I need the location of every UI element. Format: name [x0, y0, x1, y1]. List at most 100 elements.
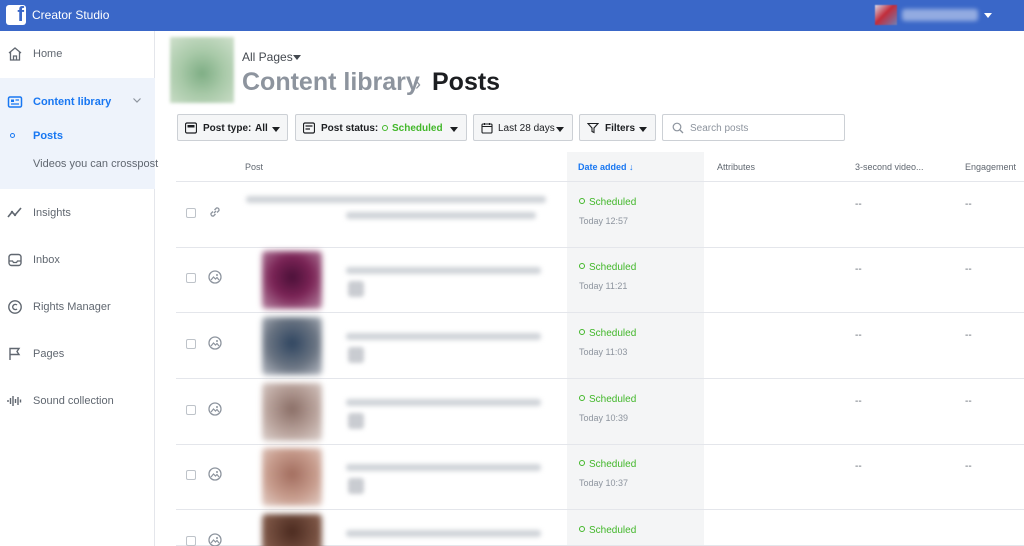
sidebar-item-label: Insights [33, 207, 71, 219]
post-preview-obscured [348, 413, 364, 429]
table-row[interactable]: Scheduled Today 10:39 -- -- [176, 379, 1024, 445]
row-checkbox[interactable] [186, 405, 196, 415]
row-3-second-views: -- [855, 461, 862, 472]
row-engagement: -- [965, 461, 972, 472]
breadcrumb-parent[interactable]: Content library [242, 68, 420, 97]
row-engagement: -- [965, 199, 972, 210]
table-row[interactable]: Scheduled Today 11:21 -- -- [176, 247, 1024, 313]
column-header-attributes[interactable]: Attributes [717, 162, 755, 172]
calendar-icon [481, 123, 493, 134]
row-timestamp: Today 11:03 [579, 347, 628, 357]
sidebar-item-rights-manager[interactable]: Rights Manager [0, 292, 155, 322]
status-dot-icon [579, 198, 585, 204]
post-status-icon [303, 122, 315, 134]
row-checkbox[interactable] [186, 470, 196, 480]
table-row[interactable]: Scheduled [176, 510, 1024, 546]
caret-down-icon [984, 13, 992, 18]
status-badge: Scheduled [579, 525, 636, 536]
column-header-engagement[interactable]: Engagement [965, 162, 1016, 172]
sidebar-item-label: Inbox [33, 254, 60, 266]
post-preview-obscured[interactable] [246, 196, 546, 203]
row-engagement: -- [965, 396, 972, 407]
sidebar-item-content-library[interactable]: Content library [0, 86, 155, 116]
row-3-second-views: -- [855, 330, 862, 341]
sidebar-item-inbox[interactable]: Inbox [0, 245, 155, 275]
post-thumbnail-obscured[interactable] [262, 514, 322, 546]
table-row[interactable]: Scheduled Today 11:03 -- -- [176, 313, 1024, 379]
app-title: Creator Studio [32, 8, 110, 22]
status-dot-icon [579, 526, 585, 532]
post-preview-obscured [346, 212, 536, 219]
copyright-icon [8, 300, 22, 314]
status-dot-icon [382, 125, 388, 131]
sidebar-item-label: Content library [33, 96, 112, 108]
row-timestamp: Today 11:21 [579, 281, 628, 291]
caret-down-icon [639, 127, 647, 132]
row-checkbox[interactable] [186, 339, 196, 349]
page-selector[interactable]: All Pages [242, 50, 293, 64]
flag-icon [9, 347, 21, 360]
facebook-logo-icon[interactable]: f [6, 4, 26, 26]
top-bar: f Creator Studio [0, 0, 1024, 31]
caret-down-icon[interactable] [293, 55, 301, 60]
sidebar-subitem-label: Posts [33, 130, 63, 142]
chevron-down-icon[interactable] [132, 95, 142, 105]
status-badge: Scheduled [579, 328, 636, 339]
sidebar-item-home[interactable]: Home [0, 39, 155, 69]
status-text: Scheduled [589, 262, 637, 273]
status-dot-icon [579, 460, 585, 466]
active-dot-icon [10, 133, 15, 138]
row-checkbox[interactable] [186, 208, 196, 218]
row-timestamp: Today 12:57 [579, 216, 629, 226]
photo-icon [208, 336, 222, 350]
insights-icon [7, 207, 22, 218]
post-status-filter[interactable]: Post status: Scheduled [295, 114, 467, 141]
date-range-filter[interactable]: Last 28 days [473, 114, 573, 141]
avatar [875, 5, 897, 25]
status-text: Scheduled [589, 459, 637, 470]
status-text: Scheduled [589, 328, 637, 339]
post-type-filter[interactable]: Post type: All [177, 114, 288, 141]
post-thumbnail-obscured[interactable] [262, 251, 322, 309]
row-3-second-views: -- [855, 199, 862, 210]
column-header-3-second-video[interactable]: 3-second video... [855, 162, 924, 172]
row-checkbox[interactable] [186, 273, 196, 283]
post-type-value: All [255, 123, 268, 134]
post-thumbnail-obscured[interactable] [262, 317, 322, 375]
sidebar-item-label: Pages [33, 348, 65, 360]
post-status-label: Post status: [321, 123, 379, 134]
row-engagement: -- [965, 264, 972, 275]
column-header-date-added[interactable]: Date added ↓ [578, 162, 634, 172]
row-3-second-views: -- [855, 264, 862, 275]
status-badge: Scheduled [579, 262, 636, 273]
post-thumbnail-obscured[interactable] [262, 383, 322, 441]
search-icon [672, 122, 684, 134]
search-input[interactable]: Search posts [662, 114, 845, 141]
post-thumbnail-obscured[interactable] [262, 448, 322, 506]
post-status-value: Scheduled [392, 123, 443, 134]
sidebar-subitem-posts[interactable]: Posts [0, 125, 155, 147]
post-preview-obscured [346, 333, 541, 340]
filters-button[interactable]: Filters [579, 114, 656, 141]
table-row[interactable]: Scheduled Today 10:37 -- -- [176, 444, 1024, 510]
post-type-label: Post type: [203, 123, 252, 134]
table-header: Post Date added ↓ Attributes 3-second vi… [176, 152, 1024, 182]
caret-down-icon [556, 127, 564, 132]
column-header-post[interactable]: Post [245, 162, 263, 172]
sidebar-item-pages[interactable]: Pages [0, 339, 155, 369]
row-checkbox[interactable] [186, 536, 196, 546]
sidebar-item-label: Sound collection [33, 395, 114, 407]
caret-down-icon [272, 127, 280, 132]
table-row[interactable]: Scheduled Today 12:57 -- -- [176, 182, 1024, 248]
post-preview-obscured [348, 281, 364, 297]
row-3-second-views: -- [855, 396, 862, 407]
sidebar-subitem-crosspost[interactable]: Videos you can crosspost [0, 153, 159, 175]
sidebar-item-sound-collection[interactable]: Sound collection [0, 386, 155, 416]
post-preview-obscured [346, 530, 541, 537]
sidebar-item-insights[interactable]: Insights [0, 198, 155, 228]
profile-menu[interactable] [872, 3, 1000, 29]
sidebar-item-label: Home [33, 48, 63, 60]
sidebar-subitem-label: Videos you can crosspost [33, 158, 159, 170]
inbox-icon [8, 253, 22, 267]
waveform-icon [7, 396, 22, 406]
